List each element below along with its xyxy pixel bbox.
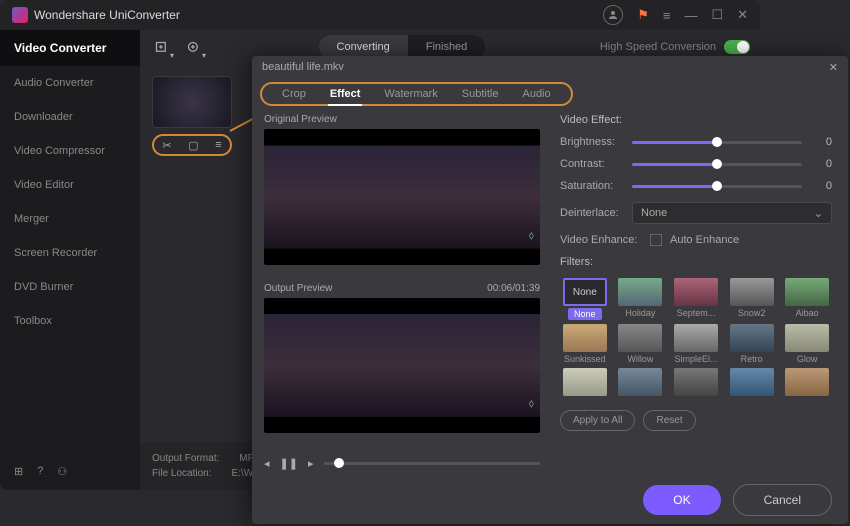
filter-sunkissed[interactable]	[563, 324, 607, 352]
sidebar-item-toolbox[interactable]: Toolbox	[0, 304, 140, 338]
sidebar: Video Converter Audio Converter Download…	[0, 30, 140, 490]
close-icon[interactable]: ✕	[737, 7, 748, 23]
filter-retro[interactable]	[730, 324, 774, 352]
brightness-label: Brightness:	[560, 136, 622, 148]
editor-tabs-annotation: Crop Effect Watermark Subtitle Audio	[260, 82, 573, 106]
deinterlace-label: Deinterlace:	[560, 207, 622, 219]
app-logo-icon	[12, 7, 28, 23]
clip-thumbnail[interactable]	[152, 76, 232, 128]
filter-holiday[interactable]	[618, 278, 662, 306]
contrast-value: 0	[812, 158, 832, 170]
chevron-down-icon: ⌄	[814, 207, 823, 220]
reset-button[interactable]: Reset	[643, 410, 695, 431]
maximize-icon[interactable]: ☐	[711, 7, 723, 23]
cancel-button[interactable]: Cancel	[733, 484, 832, 516]
next-icon[interactable]: ▸	[308, 457, 314, 470]
high-speed-label: High Speed Conversion	[600, 41, 716, 53]
trim-icon[interactable]: ✂	[162, 139, 171, 152]
filter-simpleelegant[interactable]	[674, 324, 718, 352]
editor-tab-crop[interactable]: Crop	[270, 84, 318, 104]
filters-heading: Filters:	[560, 256, 832, 268]
saturation-slider[interactable]	[632, 185, 802, 188]
editor-tab-subtitle[interactable]: Subtitle	[450, 84, 511, 104]
sidebar-item-dvd-burner[interactable]: DVD Burner	[0, 270, 140, 304]
filter-none[interactable]: None	[563, 278, 607, 306]
filter-extra1[interactable]	[563, 368, 607, 396]
saturation-label: Saturation:	[560, 180, 622, 192]
editor-tab-effect[interactable]: Effect	[318, 84, 373, 104]
user-avatar-icon[interactable]	[603, 5, 623, 25]
brightness-value: 0	[812, 136, 832, 148]
ok-button[interactable]: OK	[643, 485, 720, 515]
app-title: Wondershare UniConverter	[34, 8, 180, 22]
auto-enhance-checkbox[interactable]	[650, 234, 662, 246]
filters-grid: NoneNone Holiday Septem... Snow2 Aibao S…	[560, 278, 832, 396]
filter-extra3[interactable]	[674, 368, 718, 396]
contrast-slider[interactable]	[632, 163, 802, 166]
time-display: 00:06/01:39	[487, 283, 540, 294]
saturation-value: 0	[812, 180, 832, 192]
auto-enhance-label: Auto Enhance	[670, 234, 739, 246]
gift-icon[interactable]: ⚑	[637, 7, 649, 23]
file-location-value[interactable]: E:\W	[231, 468, 253, 479]
help-icon[interactable]: ?	[37, 465, 43, 478]
filter-september[interactable]	[674, 278, 718, 306]
deinterlace-select[interactable]: None⌄	[632, 202, 832, 224]
output-format-label: Output Format:	[152, 453, 219, 464]
prev-icon[interactable]: ◂	[264, 457, 270, 470]
pause-icon[interactable]: ❚❚	[280, 457, 298, 470]
apply-to-all-button[interactable]: Apply to All	[560, 410, 635, 431]
clip-tools-annotation: ✂ ▢ ≡	[152, 134, 232, 156]
editor-filename: beautiful life.mkv	[262, 61, 344, 73]
filter-extra4[interactable]	[730, 368, 774, 396]
filter-aibao[interactable]	[785, 278, 829, 306]
watermark-icon: ⬨	[529, 396, 534, 411]
sidebar-item-audio-converter[interactable]: Audio Converter	[0, 66, 140, 100]
add-file-button[interactable]: ▾	[150, 36, 172, 58]
contrast-label: Contrast:	[560, 158, 622, 170]
sidebar-item-screen-recorder[interactable]: Screen Recorder	[0, 236, 140, 270]
original-preview: ⬨	[264, 129, 540, 265]
output-preview-label: Output Preview	[264, 283, 332, 294]
editor-modal: beautiful life.mkv ✕ Crop Effect Waterma…	[252, 56, 848, 524]
editor-tab-watermark[interactable]: Watermark	[372, 84, 449, 104]
titlebar: Wondershare UniConverter ⚑ ≡ — ☐ ✕	[0, 0, 760, 30]
brightness-slider[interactable]	[632, 141, 802, 144]
seek-bar[interactable]	[324, 462, 541, 465]
editor-tab-audio[interactable]: Audio	[510, 84, 562, 104]
filter-willow[interactable]	[618, 324, 662, 352]
minimize-icon[interactable]: —	[684, 8, 697, 23]
video-enhance-label: Video Enhance:	[560, 234, 640, 246]
settings-icon[interactable]: ≡	[215, 139, 221, 151]
add-folder-button[interactable]: ▾	[182, 36, 204, 58]
account-icon[interactable]: ⚇	[57, 465, 67, 478]
crop-icon[interactable]: ▢	[188, 139, 198, 152]
filter-glow[interactable]	[785, 324, 829, 352]
output-preview: ⬨	[264, 298, 540, 434]
sidebar-item-video-compressor[interactable]: Video Compressor	[0, 134, 140, 168]
sidebar-item-video-editor[interactable]: Video Editor	[0, 168, 140, 202]
file-location-label: File Location:	[152, 468, 211, 479]
watermark-icon: ⬨	[529, 228, 534, 243]
menu-icon[interactable]: ≡	[663, 8, 671, 23]
filter-extra5[interactable]	[785, 368, 829, 396]
filter-snow2[interactable]	[730, 278, 774, 306]
filter-extra2[interactable]	[618, 368, 662, 396]
sidebar-item-merger[interactable]: Merger	[0, 202, 140, 236]
original-preview-label: Original Preview	[264, 114, 337, 125]
editor-close-icon[interactable]: ✕	[829, 61, 838, 74]
sidebar-item-downloader[interactable]: Downloader	[0, 100, 140, 134]
high-speed-toggle[interactable]	[724, 40, 750, 54]
sidebar-item-video-converter[interactable]: Video Converter	[0, 30, 140, 66]
video-effect-heading: Video Effect:	[560, 114, 832, 126]
book-icon[interactable]: ⊞	[14, 465, 23, 478]
